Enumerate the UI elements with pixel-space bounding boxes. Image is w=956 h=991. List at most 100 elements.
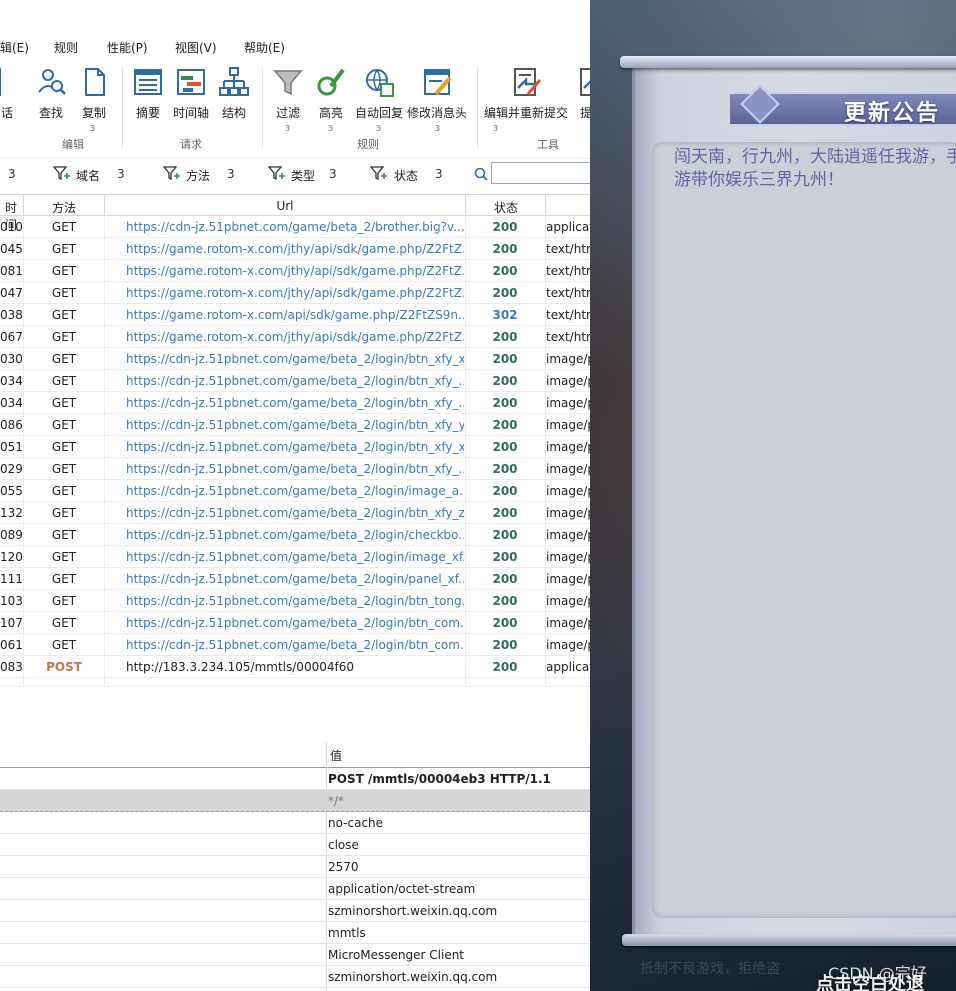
header-row[interactable]: szminorshort.weixin.qq.com	[0, 900, 590, 922]
cell-time: 111	[0, 572, 22, 586]
cell-status: 200	[492, 594, 518, 608]
cell-url: https://cdn-jz.51pbnet.com/game/beta_2/l…	[126, 506, 464, 520]
cell-status: 200	[492, 572, 518, 586]
cell-url: https://cdn-jz.51pbnet.com/game/beta_2/l…	[126, 594, 464, 608]
column-divider[interactable]	[545, 195, 546, 217]
header-value: application/octet-stream	[328, 882, 476, 896]
cell-time: 045	[0, 242, 22, 256]
header-row[interactable]: close	[0, 834, 590, 856]
group-edit: 编辑	[62, 138, 84, 151]
header-row-request-line[interactable]: POST /mmtls/00004eb3 HTTP/1.1	[0, 768, 590, 790]
submit-button[interactable]: 提交	[562, 66, 590, 126]
filter-status[interactable]: 状态	[394, 167, 418, 184]
cell-time: 103	[0, 594, 22, 608]
edit-resubmit-icon	[514, 68, 542, 96]
header-row[interactable]: 2570	[0, 856, 590, 878]
session-button[interactable]: 话	[0, 66, 20, 126]
table-row[interactable]: 086 GET https://cdn-jz.51pbnet.com/game/be…	[0, 414, 590, 436]
table-row[interactable]: 010 GET https://cdn-jz.51pbnet.com/game/be…	[0, 216, 590, 238]
table-row[interactable]: 107 GET https://cdn-jz.51pbnet.com/game/be…	[0, 612, 590, 634]
column-line	[104, 216, 105, 686]
table-row[interactable]: 081 GET https://game.rotom-x.com/jthy/api/…	[0, 260, 590, 282]
menu-view[interactable]: 视图(V)	[175, 39, 217, 56]
menu-performance[interactable]: 性能(P)	[107, 39, 148, 56]
table-row[interactable]: 055 GET https://cdn-jz.51pbnet.com/game/be…	[0, 480, 590, 502]
table-row[interactable]: 034 GET https://cdn-jz.51pbnet.com/game/be…	[0, 392, 590, 414]
highlight-badge: 3	[328, 124, 334, 133]
menu-help[interactable]: 帮助(E)	[244, 39, 285, 56]
copy-button[interactable]: 复制	[64, 66, 124, 126]
filter-domain[interactable]: 域名	[76, 167, 100, 184]
filter-method[interactable]: 方法	[186, 167, 210, 184]
table-row[interactable]: 089 GET https://cdn-jz.51pbnet.com/game/be…	[0, 524, 590, 546]
auto-reply-icon	[366, 69, 394, 97]
cell-time: 120	[0, 550, 22, 564]
header-status[interactable]: 状态	[466, 199, 546, 216]
table-row[interactable]: 029 GET https://cdn-jz.51pbnet.com/game/be…	[0, 458, 590, 480]
table-row[interactable]: 132 GET https://cdn-jz.51pbnet.com/game/be…	[0, 502, 590, 524]
cell-status: 200	[492, 550, 518, 564]
table-row[interactable]: 061 GET https://cdn-jz.51pbnet.com/game/be…	[0, 634, 590, 656]
header-url[interactable]: Url	[105, 199, 465, 213]
header-row[interactable]: mmtls	[0, 922, 590, 944]
menu-rules[interactable]: 规则	[54, 39, 78, 56]
filter-type[interactable]: 类型	[291, 167, 315, 184]
cell-url: https://cdn-jz.51pbnet.com/game/beta_2/l…	[126, 484, 464, 498]
notice-content-area[interactable]	[652, 142, 956, 918]
header-row[interactable]: MicroMessenger Client	[0, 944, 590, 966]
cell-status: 302	[492, 308, 518, 322]
edit-header-button[interactable]: 修改消息头	[407, 66, 468, 126]
table-row[interactable]: 045 GET https://game.rotom-x.com/jthy/api/…	[0, 238, 590, 260]
group-request: 请求	[180, 138, 202, 151]
table-row[interactable]: 103 GET https://cdn-jz.51pbnet.com/game/be…	[0, 590, 590, 612]
table-row[interactable]: 120 GET https://cdn-jz.51pbnet.com/game/be…	[0, 546, 590, 568]
auto-reply-button[interactable]: 自动回复	[349, 66, 409, 126]
menu-edit[interactable]: 辑(E)	[0, 39, 29, 56]
grid-header: 时间 方法 Url 状态	[0, 194, 590, 232]
table-row[interactable]: 067 GET https://game.rotom-x.com/jthy/api/…	[0, 326, 590, 348]
cell-content-type: image/p	[546, 440, 590, 454]
header-value: szminorshort.weixin.qq.com	[328, 970, 498, 984]
edit-header-icon	[424, 69, 452, 96]
cell-time: 067	[0, 330, 22, 344]
search-input[interactable]	[491, 162, 590, 184]
cell-method: GET	[51, 242, 77, 256]
cell-status: 200	[492, 528, 518, 542]
scroll-rod-top	[620, 56, 956, 68]
horizontal-scrollbar[interactable]	[0, 686, 590, 708]
table-row[interactable]: 083 POST http://183.3.234.105/mmtls/00004f…	[0, 656, 590, 678]
table-row[interactable]: 051 GET https://cdn-jz.51pbnet.com/game/be…	[0, 436, 590, 458]
cell-content-type: applicat	[546, 220, 590, 234]
cell-time: 034	[0, 374, 22, 388]
cell-time: 081	[0, 264, 22, 278]
edit-resubmit-button[interactable]: 编辑并重新提交	[484, 66, 568, 126]
cell-status: 200	[492, 286, 518, 300]
header-row[interactable]: application/octet-stream	[0, 878, 590, 900]
cell-content-type: text/htm	[546, 242, 590, 256]
filter-funnel-icon	[268, 166, 285, 181]
structure-button[interactable]: 结构	[204, 66, 264, 126]
cell-content-type: image/p	[546, 484, 590, 498]
header-row-selected[interactable]: */*	[0, 790, 590, 812]
table-row[interactable]: 034 GET https://cdn-jz.51pbnet.com/game/be…	[0, 370, 590, 392]
cell-method: GET	[51, 572, 77, 586]
ribbon-separator	[477, 66, 478, 148]
table-row[interactable]: 030 GET https://cdn-jz.51pbnet.com/game/be…	[0, 348, 590, 370]
notice-body: 闯天南，行九州，大陆逍遥任我游，手游带你娱乐三界九州！	[674, 147, 956, 190]
filter-count-domain: 3	[117, 167, 125, 181]
cell-time: 047	[0, 286, 22, 300]
column-line	[545, 216, 546, 686]
table-row[interactable]: 111 GET https://cdn-jz.51pbnet.com/game/be…	[0, 568, 590, 590]
cell-status: 200	[492, 462, 518, 476]
cell-content-type: image/p	[546, 374, 590, 388]
search-icon[interactable]	[473, 166, 491, 182]
cell-status: 200	[492, 330, 518, 344]
table-row[interactable]: 047 GET https://game.rotom-x.com/jthy/api/…	[0, 282, 590, 304]
auto-reply-badge: 3	[376, 124, 382, 133]
header-row[interactable]: szminorshort.weixin.qq.com	[0, 966, 590, 988]
cell-method: GET	[51, 484, 77, 498]
header-method[interactable]: 方法	[24, 199, 104, 216]
table-row[interactable]: 038 GET https://game.rotom-x.com/api/sdk/g…	[0, 304, 590, 326]
header-row[interactable]: no-cache	[0, 812, 590, 834]
cell-status: 200	[492, 660, 518, 674]
